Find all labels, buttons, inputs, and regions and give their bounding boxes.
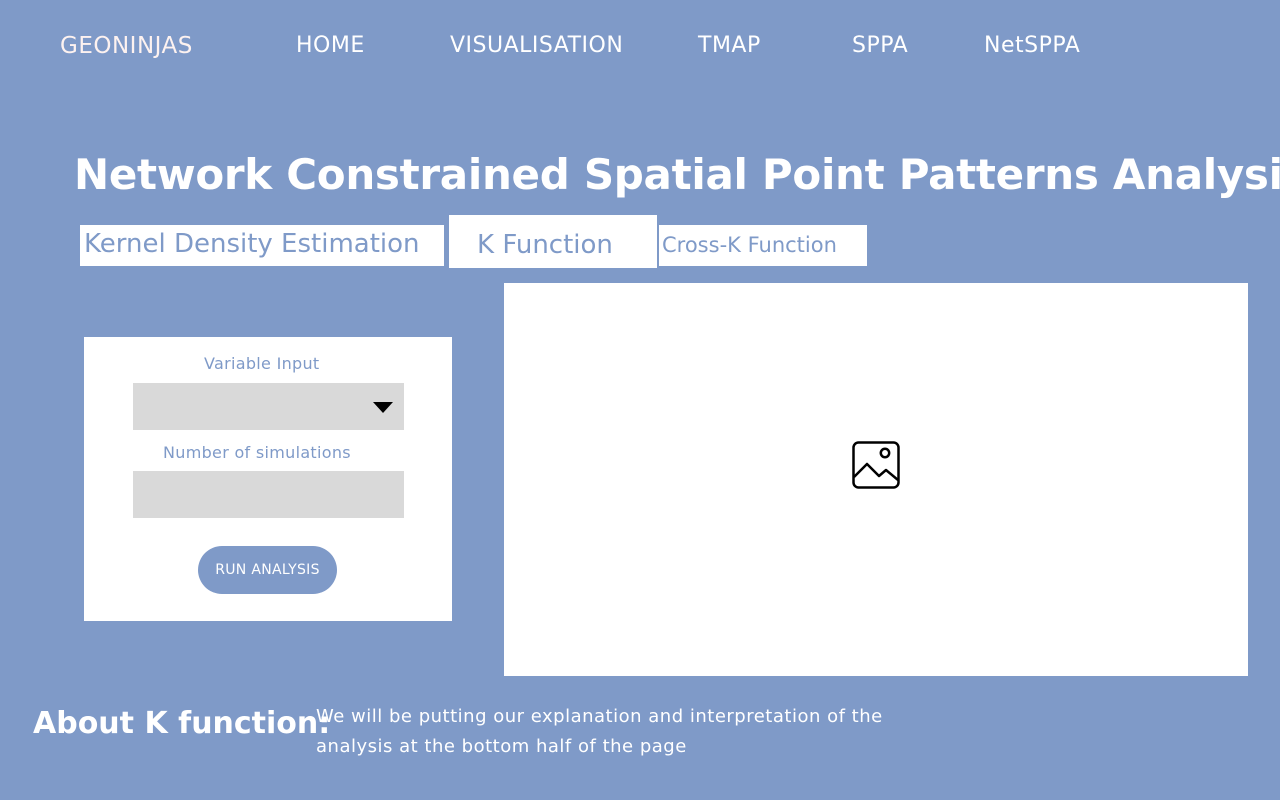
simulations-input[interactable] (133, 471, 404, 518)
tab-kernel-density-estimation[interactable]: Kernel Density Estimation (80, 225, 444, 266)
simulations-label: Number of simulations (163, 443, 351, 462)
nav-home[interactable]: HOME (296, 33, 365, 58)
tab-cross-k-function[interactable]: Cross-K Function (659, 225, 867, 266)
output-plot-area (504, 283, 1248, 676)
input-panel: Variable Input Number of simulations RUN… (84, 337, 452, 621)
dropdown-arrow-icon[interactable] (373, 402, 393, 413)
variable-input-select[interactable] (133, 383, 404, 430)
run-analysis-button[interactable]: RUN ANALYSIS (198, 546, 337, 594)
tab-k-function[interactable]: K Function (449, 215, 657, 268)
nav-sppa[interactable]: SPPA (852, 33, 908, 58)
brand-logo[interactable]: GEONINJAS (60, 33, 193, 59)
variable-input-label: Variable Input (204, 354, 320, 373)
page: GEONINJAS HOME VISUALISATION TMAP SPPA N… (0, 0, 1280, 800)
nav-netsppa[interactable]: NetSPPA (984, 33, 1080, 58)
image-placeholder-icon (852, 441, 900, 489)
nav-visualisation[interactable]: VISUALISATION (450, 33, 623, 58)
about-heading: About K function: (33, 706, 331, 741)
about-text: We will be putting our explanation and i… (316, 706, 883, 757)
page-title: Network Constrained Spatial Point Patter… (74, 150, 1280, 199)
nav-tmap[interactable]: TMAP (698, 33, 761, 58)
